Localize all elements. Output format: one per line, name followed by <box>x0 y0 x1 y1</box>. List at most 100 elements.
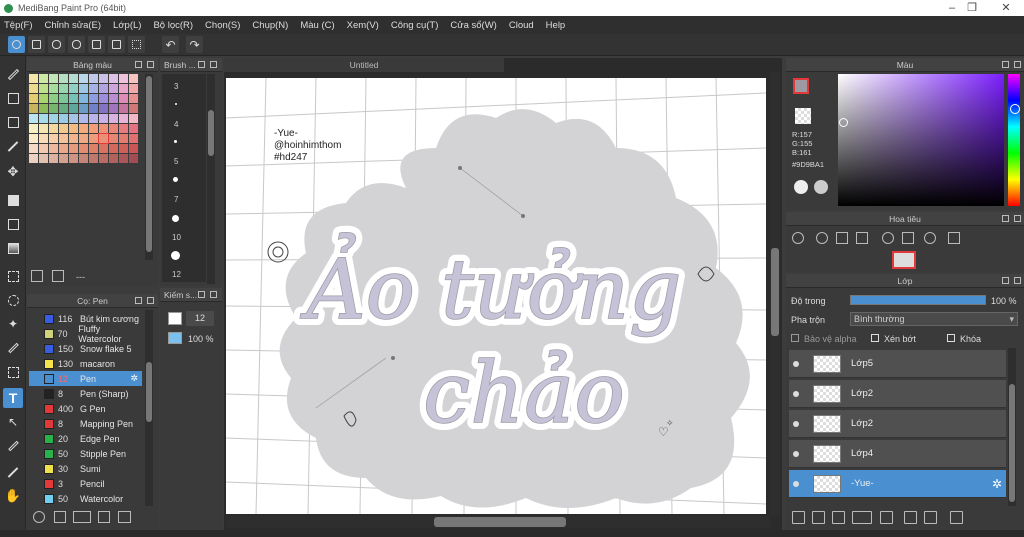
gear-icon[interactable]: ✲ <box>992 477 1002 491</box>
palette-swatch[interactable] <box>69 84 78 93</box>
palette-swatch[interactable] <box>129 134 138 143</box>
comment-icon[interactable] <box>48 36 65 53</box>
palette-swatch[interactable] <box>59 94 68 103</box>
dropper-tool-icon[interactable] <box>3 436 23 456</box>
stroke-opacity-value[interactable]: 100 % <box>188 334 214 344</box>
layer-down-icon[interactable] <box>880 511 893 524</box>
size-label[interactable]: 4 <box>174 120 178 129</box>
popout-icon[interactable] <box>1002 61 1009 68</box>
palette-swatch[interactable] <box>109 134 118 143</box>
palette-swatch[interactable] <box>59 124 68 133</box>
palette-wheel-alt-icon[interactable] <box>814 180 828 194</box>
palette-swatch[interactable] <box>49 104 58 113</box>
palette-swatch[interactable] <box>49 154 58 163</box>
text-tool-icon[interactable]: T <box>3 388 23 408</box>
stroke-size-field[interactable]: 12 <box>186 311 214 326</box>
sv-cursor[interactable] <box>839 118 848 127</box>
palette-swatch[interactable] <box>49 74 58 83</box>
size-label[interactable]: 12 <box>172 270 181 279</box>
palette-swatch[interactable] <box>79 74 88 83</box>
menu-edit[interactable]: Chỉnh sửa(E) <box>45 20 102 31</box>
add-layer-dropdown-icon[interactable] <box>852 511 872 524</box>
close-panel-icon[interactable] <box>1014 215 1021 222</box>
menu-select[interactable]: Chọn(S) <box>205 20 240 31</box>
size-label[interactable]: 5 <box>174 157 178 166</box>
brush-item[interactable]: 8 Mapping Pen <box>29 416 142 431</box>
palette-swatch[interactable] <box>89 134 98 143</box>
flip-icon[interactable] <box>948 232 960 244</box>
popout-icon[interactable] <box>198 291 205 298</box>
popout-icon[interactable] <box>135 61 142 68</box>
palette-swatch[interactable] <box>99 114 108 123</box>
brush-size-scrollbar[interactable] <box>207 74 215 284</box>
merge-layer-icon[interactable] <box>904 511 917 524</box>
visibility-icon[interactable] <box>793 360 799 367</box>
palette-swatch[interactable] <box>89 104 98 113</box>
palette-swatch[interactable] <box>29 104 38 113</box>
brush-item[interactable]: 12 Pen ✲ <box>29 371 142 386</box>
palette-swatch[interactable] <box>29 74 38 83</box>
brush-item[interactable]: 50 Stipple Pen <box>29 446 142 461</box>
palette-swatch[interactable] <box>79 84 88 93</box>
palette-swatch[interactable] <box>39 134 48 143</box>
palette-swatch[interactable] <box>59 134 68 143</box>
palette-swatch[interactable] <box>49 114 58 123</box>
menu-window[interactable]: Cửa sổ(W) <box>450 20 496 31</box>
lock-checkbox[interactable] <box>947 334 955 342</box>
delete-layer-icon[interactable] <box>950 511 963 524</box>
protect-alpha-checkbox[interactable] <box>791 334 799 342</box>
layer-row[interactable]: Lớp2 <box>789 380 1006 408</box>
actual-size-icon[interactable] <box>856 232 868 244</box>
palette-swatch[interactable] <box>49 84 58 93</box>
canvas-hscroll[interactable] <box>226 516 770 528</box>
visibility-icon[interactable] <box>793 450 799 457</box>
palette-swatch[interactable] <box>29 154 38 163</box>
close-panel-icon[interactable] <box>1014 61 1021 68</box>
palette-swatch[interactable] <box>109 114 118 123</box>
palette-swatch[interactable] <box>109 124 118 133</box>
palette-swatch[interactable] <box>69 144 78 153</box>
brush-item[interactable]: 70 Fluffy Watercolor <box>29 324 142 344</box>
palette-swatch[interactable] <box>109 94 118 103</box>
fill-rect-tool-icon[interactable] <box>3 190 23 210</box>
restore-icon[interactable]: ❐ <box>962 1 982 15</box>
palette-swatch[interactable] <box>119 144 128 153</box>
palette-swatch[interactable] <box>39 84 48 93</box>
divide-tool-icon[interactable] <box>3 462 23 482</box>
palette-swatch[interactable] <box>59 84 68 93</box>
brush-folder-icon[interactable] <box>118 511 131 523</box>
layer-scrollbar[interactable] <box>1008 348 1016 506</box>
close-panel-icon[interactable] <box>147 297 154 304</box>
popout-icon[interactable] <box>1002 277 1009 284</box>
palette-swatch[interactable] <box>99 84 108 93</box>
visibility-icon[interactable] <box>793 390 799 397</box>
palette-swatch[interactable] <box>119 134 128 143</box>
palette-swatch[interactable] <box>39 124 48 133</box>
visibility-icon[interactable] <box>793 480 799 487</box>
brush-size-list[interactable]: 3 4 5 7 10 12 <box>162 74 206 282</box>
brush-tool-icon[interactable] <box>3 64 23 84</box>
palette-swatch[interactable] <box>59 144 68 153</box>
palette-swatch[interactable] <box>129 74 138 83</box>
menu-view[interactable]: Xem(V) <box>347 20 379 31</box>
palette-swatch[interactable] <box>79 134 88 143</box>
primary-color-swatch[interactable] <box>793 78 809 94</box>
brush-item[interactable]: 3 Pencil <box>29 476 142 491</box>
palette-swatch[interactable] <box>49 134 58 143</box>
fit-icon[interactable] <box>836 232 848 244</box>
menu-tools[interactable]: Công cụ(T) <box>391 20 439 31</box>
palette-swatch[interactable] <box>99 94 108 103</box>
size-label[interactable]: 7 <box>174 195 178 204</box>
palette-swatch[interactable] <box>89 144 98 153</box>
canvas-vscroll[interactable] <box>770 72 780 516</box>
palette-swatch[interactable] <box>69 154 78 163</box>
hue-slider[interactable] <box>1008 74 1020 206</box>
grid-icon[interactable] <box>128 36 145 53</box>
move-tool-icon[interactable]: ✥ <box>3 162 23 182</box>
palette-swatch[interactable] <box>29 124 38 133</box>
palette-scrollbar[interactable] <box>145 74 153 260</box>
palette-swatch[interactable] <box>89 84 98 93</box>
menu-layer[interactable]: Lớp(L) <box>113 20 141 31</box>
drawing-canvas[interactable]: ♡ ✧ -Yue- @hoinhimthom #hd247 Ảo tưởng Ả… <box>226 78 766 514</box>
palette-swatch[interactable] <box>79 154 88 163</box>
